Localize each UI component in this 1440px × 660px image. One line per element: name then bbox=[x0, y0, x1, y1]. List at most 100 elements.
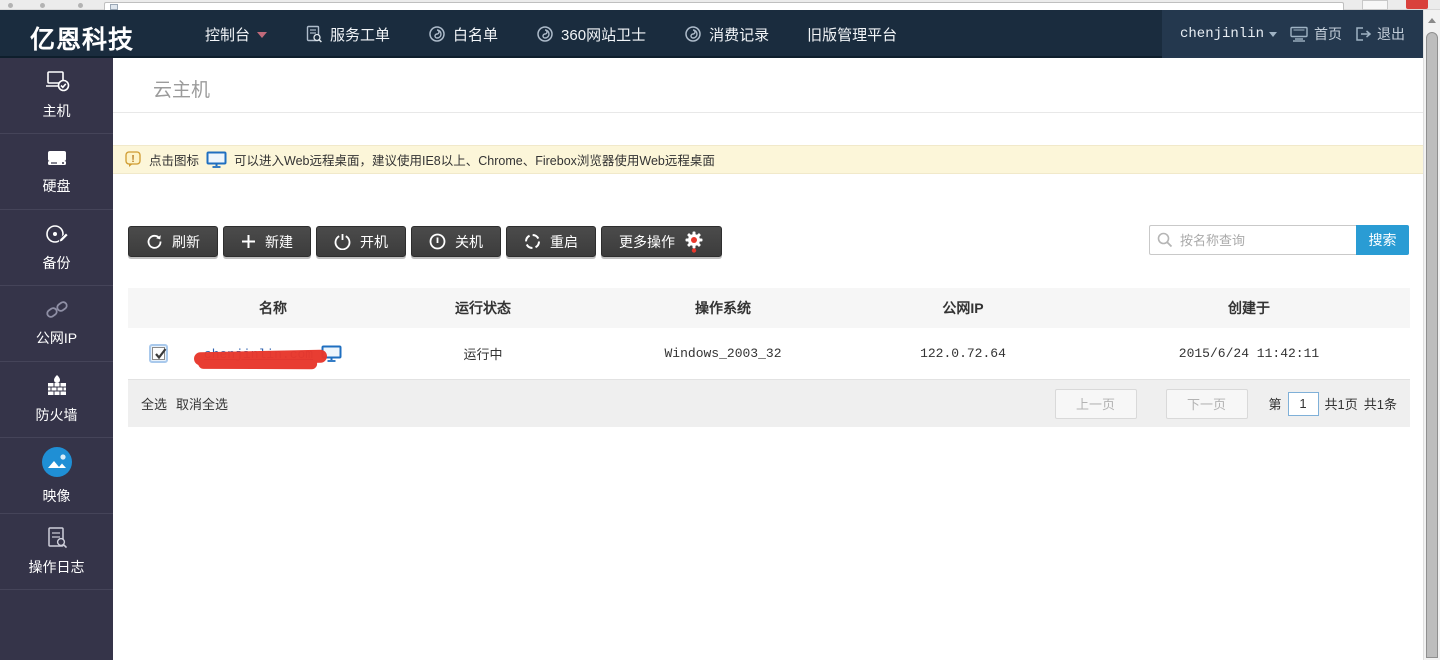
prev-page-button[interactable]: 上一页 bbox=[1055, 389, 1137, 419]
sidebar-item-firewall[interactable]: 防火墙 bbox=[0, 362, 113, 438]
next-page-button[interactable]: 下一页 bbox=[1166, 389, 1248, 419]
chevron-down-icon bbox=[1269, 32, 1277, 37]
whitelist-icon bbox=[428, 25, 446, 43]
refresh-icon bbox=[146, 233, 163, 250]
deselect-all-link[interactable]: 取消全选 bbox=[176, 394, 228, 413]
main-content: 云主机 ! 点击图标 可以进入Web远程桌面，建议使用IE8以上、Chrome、… bbox=[113, 58, 1423, 660]
shutdown-icon bbox=[429, 233, 446, 250]
create-button[interactable]: 新建 bbox=[223, 226, 311, 257]
bookmark-star-icon[interactable] bbox=[1362, 0, 1388, 10]
row-checkbox[interactable] bbox=[149, 344, 168, 363]
nav-item-label: 360网站卫士 bbox=[561, 24, 646, 45]
page-prefix-label: 第 bbox=[1269, 394, 1282, 413]
restart-button[interactable]: 重启 bbox=[506, 226, 596, 257]
sidebar-item-operation-log[interactable]: 操作日志 bbox=[0, 514, 113, 590]
sidebar-item-host[interactable]: 主机 bbox=[0, 58, 113, 134]
row-ip-cell: 122.0.72.64 bbox=[838, 328, 1088, 379]
page-total-label: 共1页 bbox=[1325, 394, 1358, 413]
plus-icon bbox=[241, 234, 256, 249]
records-icon bbox=[684, 25, 702, 43]
toolbar: 刷新 新建 开机 关机 重启 bbox=[128, 226, 722, 257]
scroll-up-arrow-icon[interactable] bbox=[1428, 18, 1436, 23]
sidebar-item-backup[interactable]: 备份 bbox=[0, 210, 113, 286]
address-bar-sliver bbox=[104, 2, 1344, 10]
sidebar-item-image[interactable]: 映像 bbox=[0, 438, 113, 514]
shutdown-button[interactable]: 关机 bbox=[411, 226, 501, 257]
table-row: chenjinlin.com 运行中 Windows_2003_32 122.0… bbox=[128, 328, 1410, 379]
vertical-scrollbar[interactable] bbox=[1423, 10, 1440, 660]
column-header-os: 操作系统 bbox=[608, 288, 838, 328]
column-header-name: 名称 bbox=[188, 288, 358, 328]
user-menu[interactable]: chenjinlin bbox=[1180, 26, 1277, 42]
top-nav-menu: 控制台 服务工单 白名单 360网站卫士 bbox=[205, 10, 897, 58]
redaction-scribble bbox=[194, 349, 327, 365]
nav-item-legacy-platform[interactable]: 旧版管理平台 bbox=[807, 24, 897, 45]
button-label: 开机 bbox=[360, 232, 388, 252]
sidebar-item-public-ip[interactable]: 公网IP bbox=[0, 286, 113, 362]
button-label: 重启 bbox=[550, 232, 578, 252]
button-label: 刷新 bbox=[172, 232, 200, 252]
nav-item-console[interactable]: 控制台 bbox=[205, 24, 267, 45]
table-header-row: 名称 运行状态 操作系统 公网IP 创建于 bbox=[128, 288, 1410, 328]
nav-item-service-ticket[interactable]: 服务工单 bbox=[305, 24, 390, 45]
logout-link[interactable]: 退出 bbox=[1354, 24, 1405, 44]
sidebar-item-label: 映像 bbox=[43, 486, 71, 506]
page-number-input[interactable] bbox=[1288, 392, 1319, 416]
notice-bar: ! 点击图标 可以进入Web远程桌面，建议使用IE8以上、Chrome、Fire… bbox=[113, 145, 1423, 174]
user-area: chenjinlin 首页 退出 bbox=[1162, 10, 1423, 58]
home-label: 首页 bbox=[1314, 24, 1342, 44]
remote-desktop-monitor-icon[interactable] bbox=[206, 151, 227, 168]
restart-icon bbox=[524, 233, 541, 250]
browser-button-sliver bbox=[40, 3, 45, 8]
search-icon bbox=[1157, 232, 1173, 248]
refresh-button[interactable]: 刷新 bbox=[128, 226, 218, 257]
browser-button-sliver bbox=[78, 3, 83, 8]
search-input[interactable] bbox=[1149, 225, 1356, 255]
search-bar: 搜索 bbox=[1149, 225, 1409, 255]
nav-item-consumption-records[interactable]: 消费记录 bbox=[684, 24, 769, 45]
backup-disc-icon bbox=[44, 222, 70, 246]
header-checkbox-spacer bbox=[128, 288, 188, 328]
logout-label: 退出 bbox=[1377, 24, 1405, 44]
nav-item-whitelist[interactable]: 白名单 bbox=[428, 24, 498, 45]
sidebar-item-label: 备份 bbox=[43, 253, 71, 273]
item-total-label: 共1条 bbox=[1364, 394, 1397, 413]
button-label: 新建 bbox=[265, 232, 293, 252]
column-header-status: 运行状态 bbox=[358, 288, 608, 328]
title-divider bbox=[113, 112, 1423, 113]
image-icon bbox=[40, 445, 74, 479]
notice-text-suffix: 可以进入Web远程桌面，建议使用IE8以上、Chrome、Firebox浏览器使… bbox=[234, 150, 715, 169]
browser-close-button[interactable] bbox=[1406, 0, 1428, 9]
scrollbar-thumb[interactable] bbox=[1426, 32, 1438, 658]
log-document-icon bbox=[45, 526, 69, 550]
power-on-icon bbox=[334, 233, 351, 250]
page-title: 云主机 bbox=[153, 75, 210, 102]
disk-icon bbox=[44, 147, 70, 169]
search-button[interactable]: 搜索 bbox=[1356, 225, 1409, 255]
gear-settings-icon bbox=[684, 231, 704, 253]
table-footer: 全选 取消全选 上一页 下一页 第 共1页 共1条 bbox=[128, 379, 1410, 427]
browser-button-sliver bbox=[8, 3, 13, 8]
more-actions-button[interactable]: 更多操作 bbox=[601, 226, 722, 257]
home-link[interactable]: 首页 bbox=[1289, 24, 1342, 44]
brand-logo: 亿恩科技 bbox=[30, 20, 134, 56]
browser-chrome-sliver bbox=[0, 0, 1440, 10]
nav-item-360-guard[interactable]: 360网站卫士 bbox=[536, 24, 646, 45]
sidebar-item-label: 防火墙 bbox=[36, 405, 78, 425]
power-on-button[interactable]: 开机 bbox=[316, 226, 406, 257]
firewall-icon bbox=[44, 374, 70, 398]
checkmark-icon bbox=[153, 346, 168, 361]
logout-door-icon bbox=[1354, 26, 1372, 42]
column-header-created: 创建于 bbox=[1088, 288, 1410, 328]
select-all-link[interactable]: 全选 bbox=[141, 394, 167, 413]
nav-item-label: 消费记录 bbox=[709, 24, 769, 45]
nav-item-label: 白名单 bbox=[453, 24, 498, 45]
row-status-cell: 运行中 bbox=[358, 328, 608, 379]
row-created-cell: 2015/6/24 11:42:11 bbox=[1088, 328, 1410, 379]
sidebar-item-disk[interactable]: 硬盘 bbox=[0, 134, 113, 210]
sidebar-item-label: 主机 bbox=[43, 101, 71, 121]
chevron-down-icon bbox=[257, 32, 267, 38]
sidebar: 主机 硬盘 备份 公网IP bbox=[0, 58, 113, 660]
vm-table: 名称 运行状态 操作系统 公网IP 创建于 bbox=[128, 288, 1410, 379]
notice-text-prefix: 点击图标 bbox=[149, 150, 199, 169]
